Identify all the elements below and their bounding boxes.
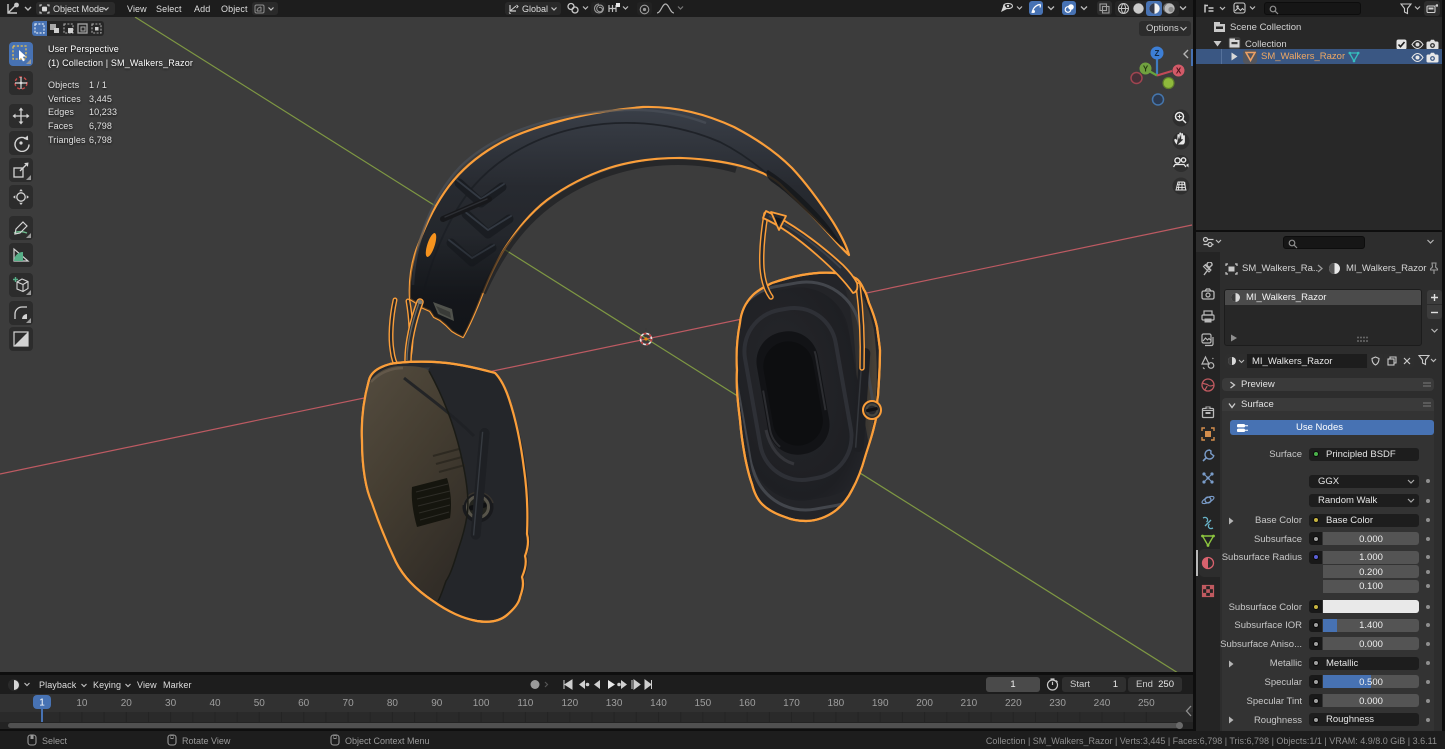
svg-text:240: 240 (1094, 698, 1111, 709)
svg-text:160: 160 (739, 698, 756, 709)
svg-text:90: 90 (431, 698, 443, 709)
svg-text:80: 80 (387, 698, 399, 709)
svg-text:Y: Y (1143, 65, 1149, 74)
svg-text:140: 140 (650, 698, 667, 709)
svg-text:100: 100 (473, 698, 490, 709)
svg-text:210: 210 (961, 698, 978, 709)
svg-text:40: 40 (209, 698, 221, 709)
svg-text:10: 10 (76, 698, 88, 709)
svg-text:X: X (1176, 67, 1182, 76)
svg-text:190: 190 (872, 698, 889, 709)
svg-text:150: 150 (694, 698, 711, 709)
svg-text:20: 20 (121, 698, 133, 709)
svg-text:230: 230 (1049, 698, 1066, 709)
svg-text:200: 200 (916, 698, 933, 709)
svg-text:250: 250 (1138, 698, 1155, 709)
svg-text:70: 70 (343, 698, 355, 709)
svg-text:120: 120 (561, 698, 578, 709)
svg-text:1: 1 (39, 698, 45, 709)
svg-text:60: 60 (298, 698, 310, 709)
svg-text:50: 50 (254, 698, 266, 709)
svg-text:220: 220 (1005, 698, 1022, 709)
svg-text:130: 130 (606, 698, 623, 709)
svg-text:170: 170 (783, 698, 800, 709)
svg-text:180: 180 (828, 698, 845, 709)
svg-text:110: 110 (517, 698, 533, 709)
svg-text:30: 30 (165, 698, 177, 709)
svg-text:Z: Z (1155, 49, 1160, 58)
